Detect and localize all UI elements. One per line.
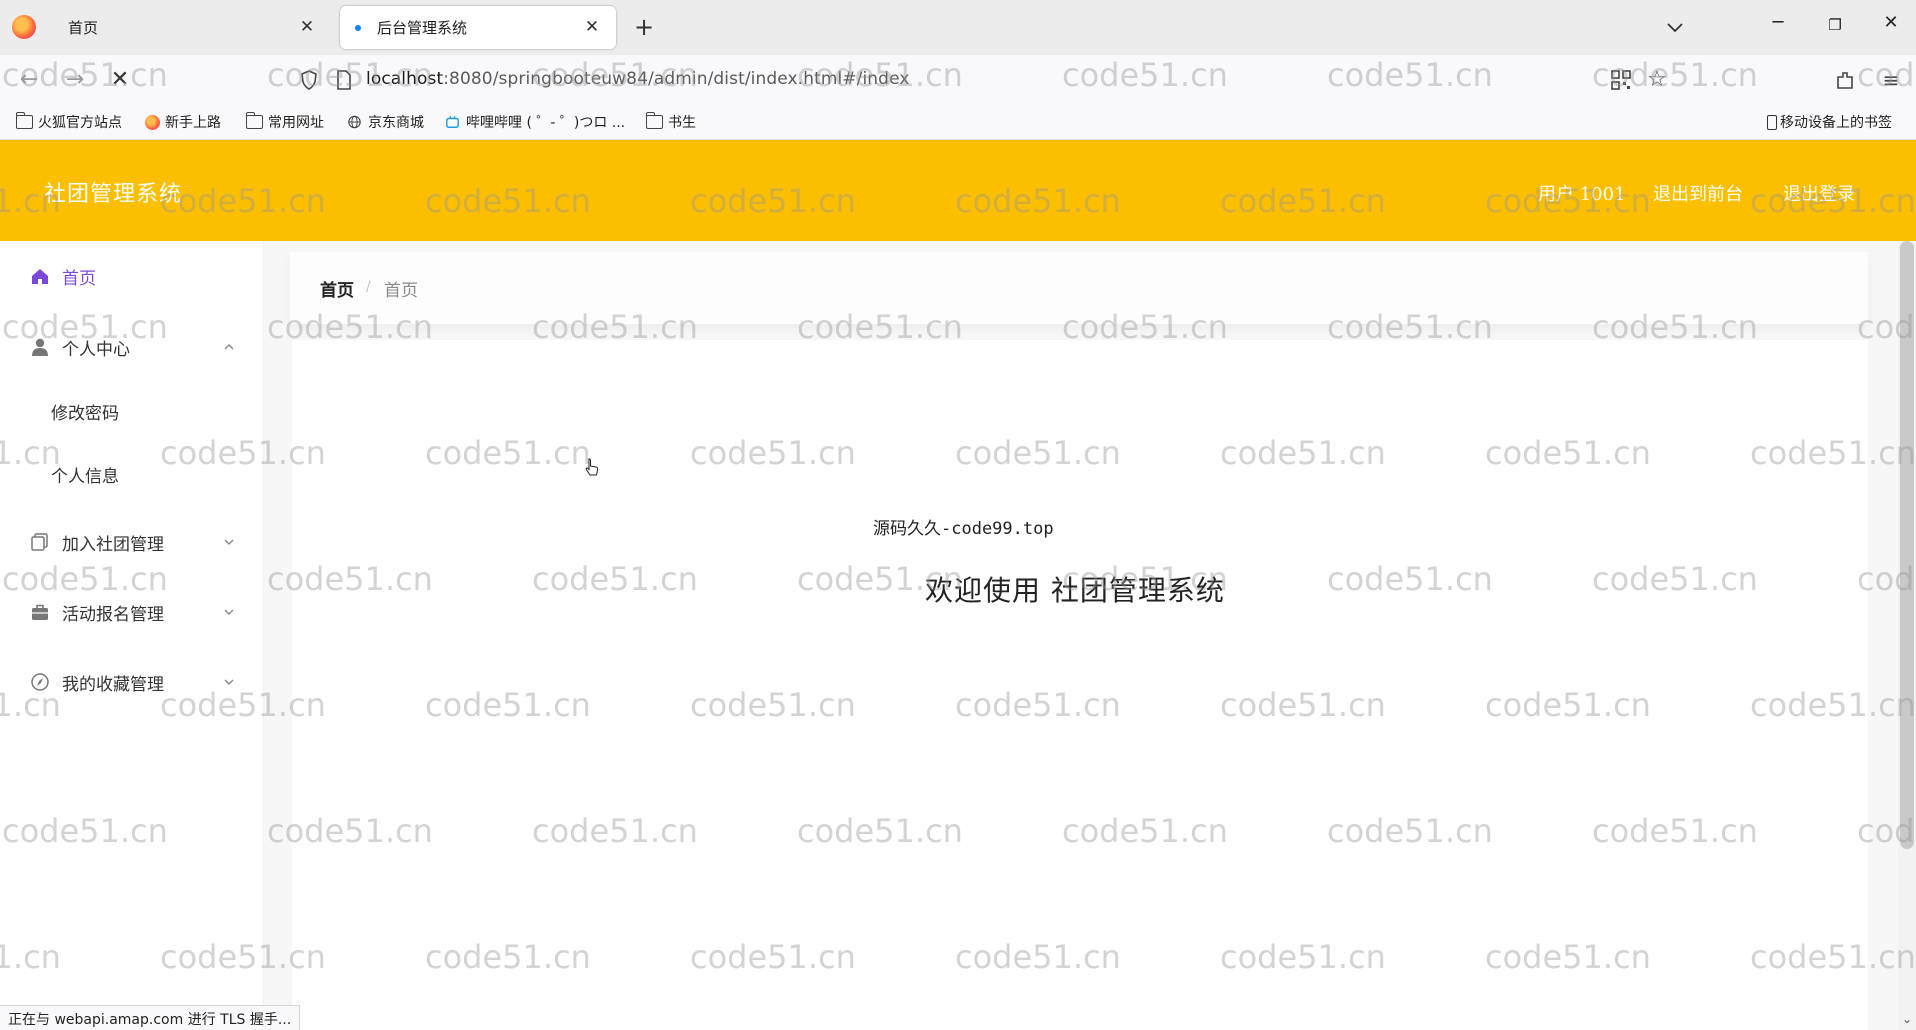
pointer-cursor-icon [585,458,599,476]
loading-dot-icon [355,24,361,31]
menu-icon[interactable]: ≡ [1877,66,1905,94]
tab-title: 后台管理系统 [377,19,468,37]
tab-title: 首页 [68,19,99,37]
bookmark-firefox-site[interactable]: 火狐官方站点 [16,112,122,132]
breadcrumb-item-current: 首页 [384,281,418,301]
sidebar-item-label: 个人中心 [62,339,130,360]
page-icon[interactable] [334,69,354,91]
sidebar-item-label: 首页 [62,268,96,289]
bookmark-shusheng[interactable]: 书生 [646,112,696,132]
folder-icon [246,112,263,129]
bookmark-bilibili[interactable]: 哔哩哔哩 ( ゜- ゜)つロ ... [444,112,625,132]
user-icon [32,338,48,356]
tab-home[interactable]: 首页 ✕ [53,6,331,49]
chevron-up-icon [224,344,234,350]
close-icon[interactable]: ✕ [297,17,317,37]
briefcase-icon [32,604,48,620]
navigation-bar: ← → ✕ localhost:8080/springbooteuw84/adm… [0,55,1916,105]
url-path: :8080/springbooteuw84/admin/dist/index.h… [443,69,910,89]
bookmark-label: 移动设备上的书签 [1780,115,1892,131]
breadcrumb: 首页 / 首页 [290,252,1868,324]
app-title: 社团管理系统 [44,182,183,207]
forward-icon[interactable]: → [61,66,89,94]
extensions-icon[interactable] [1834,69,1856,91]
bookmark-label: 火狐官方站点 [38,115,122,131]
tab-admin[interactable]: 后台管理系统 ✕ [340,6,616,49]
sidebar-subitem-change-password[interactable]: 修改密码 [0,391,264,431]
breadcrumb-separator: / [366,279,371,295]
home-icon [32,269,48,284]
qr-code-icon[interactable] [1610,69,1632,91]
sidebar-item-activity-signup[interactable]: 活动报名管理 [0,592,264,632]
close-icon[interactable]: ✕ [582,17,602,37]
back-icon[interactable]: ← [15,66,43,94]
to-front-link[interactable]: 退出到前台 [1653,180,1743,206]
tab-list-chevron-icon[interactable] [1662,14,1688,40]
bookmark-jd[interactable]: 京东商城 [346,112,424,132]
bookmark-common-sites[interactable]: 常用网址 [246,112,324,132]
source-text: 源码久久-code99.top [873,519,1054,539]
copy-icon [31,533,48,551]
breadcrumb-item-home[interactable]: 首页 [320,276,354,301]
chevron-down-icon [224,679,234,685]
content-card [292,340,1868,1030]
sidebar-item-favorites[interactable]: 我的收藏管理 [0,662,264,702]
stop-loading-icon[interactable]: ✕ [106,66,134,94]
sidebar-item-label: 活动报名管理 [62,604,164,625]
globe-icon [348,115,361,129]
firefox-logo-icon [12,15,36,39]
mobile-device-icon [1767,114,1777,130]
new-tab-button[interactable]: + [630,13,658,41]
folder-icon [646,112,663,129]
mobile-bookmarks[interactable]: 移动设备上的书签 [1767,112,1892,132]
bookmark-label: 书生 [668,115,696,131]
sidebar-item-label: 我的收藏管理 [62,674,164,695]
sidebar-subitem-label: 个人信息 [51,466,119,487]
browser-tab-strip: 首页 ✕ 后台管理系统 ✕ + ─ ❐ ✕ [0,0,1916,55]
sidebar-subitem-label: 修改密码 [51,403,119,424]
compass-icon [31,673,49,691]
chevron-down-icon [224,609,234,615]
window-close-button[interactable]: ✕ [1871,12,1911,42]
star-icon[interactable]: ☆ [1643,66,1671,94]
shield-icon[interactable] [298,69,320,91]
welcome-heading: 欢迎使用 社团管理系统 [925,574,1225,607]
folder-icon [16,112,33,129]
status-bar: 正在与 webapi.amap.com 进行 TLS 握手... [0,1005,301,1030]
minimize-button[interactable]: ─ [1758,12,1798,42]
current-user: 用户 1001 [1538,184,1626,205]
sidebar-item-home[interactable]: 首页 [0,256,264,296]
url-host: localhost [366,69,444,89]
bookmark-label: 新手上路 [165,115,221,131]
chevron-down-icon [224,539,234,545]
bilibili-icon [446,115,459,128]
sidebar-subitem-personal-info[interactable]: 个人信息 [0,454,264,494]
bookmark-label: 京东商城 [368,115,424,131]
address-bar[interactable]: localhost:8080/springbooteuw84/admin/dis… [366,69,910,89]
bookmark-label: 常用网址 [268,115,324,131]
sidebar-item-join-club[interactable]: 加入社团管理 [0,522,264,562]
app-header: 社团管理系统 用户 1001 退出到前台 退出登录 [0,140,1916,241]
sidebar-item-personal-center[interactable]: 个人中心 [0,327,264,367]
bookmark-getting-started[interactable]: 新手上路 [145,112,221,132]
scrollbar-thumb[interactable] [1900,241,1914,849]
bookmark-label: 哔哩哔哩 ( ゜- ゜)つロ ... [466,115,626,131]
scroll-down-arrow-icon[interactable]: ⌄ [1900,1012,1914,1026]
sidebar-item-label: 加入社团管理 [62,534,164,555]
bookmarks-bar: 火狐官方站点 新手上路 常用网址 京东商城 哔哩哔哩 ( ゜- ゜)つロ ... [0,105,1916,140]
logout-link[interactable]: 退出登录 [1783,180,1855,206]
restore-button[interactable]: ❐ [1815,16,1855,46]
firefox-icon [145,114,160,130]
